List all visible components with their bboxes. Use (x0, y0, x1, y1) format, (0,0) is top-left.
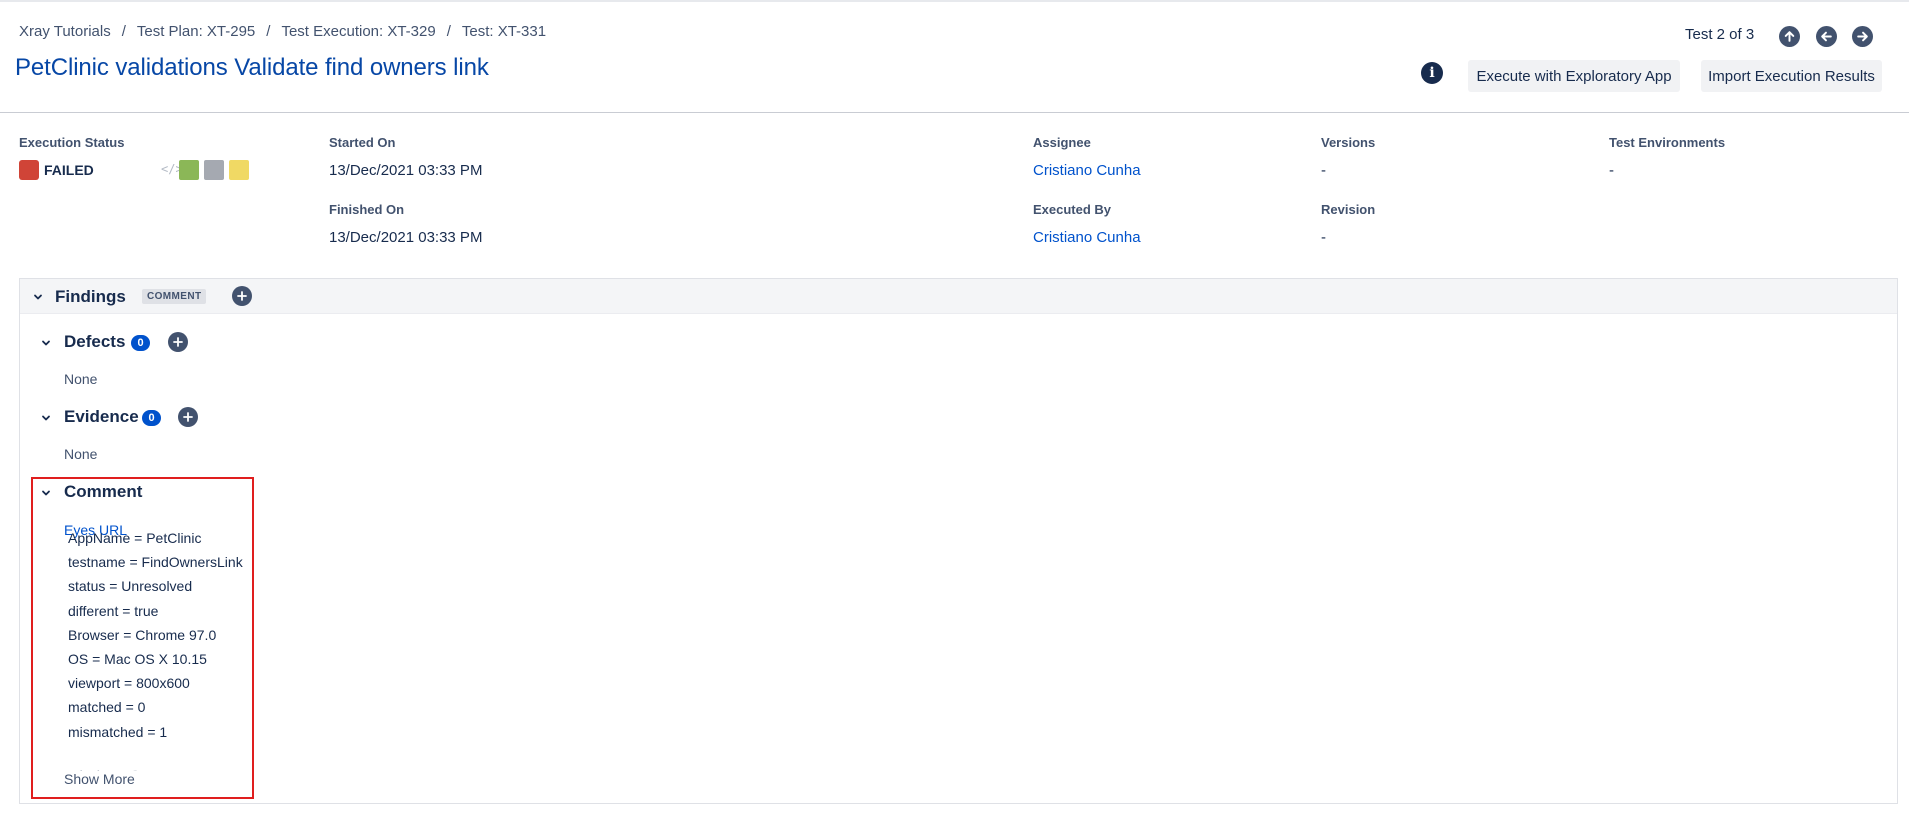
breadcrumb-test-plan[interactable]: Test Plan: XT-295 (137, 23, 255, 40)
findings-header: Findings COMMENT (20, 279, 1897, 314)
add-finding-button[interactable] (232, 286, 252, 306)
evidence-title: Evidence (64, 407, 139, 426)
comment-line: AppName = PetClinic (68, 530, 202, 546)
header-divider (0, 112, 1909, 113)
test-position-status: Test 2 of 3 (1685, 26, 1755, 43)
evidence-count-badge: 0 (142, 410, 161, 426)
status-color-swatch (19, 160, 39, 180)
defects-title: Defects (64, 332, 126, 351)
status-passed-swatch[interactable] (179, 160, 199, 180)
revision-label: Revision (1321, 202, 1376, 217)
revision-value: - (1321, 229, 1326, 246)
finished-on-label: Finished On (329, 202, 405, 217)
arrow-right-icon (1857, 31, 1868, 42)
chevron-down-icon[interactable] (40, 337, 52, 349)
arrow-left-icon (1821, 31, 1832, 42)
chevron-down-icon[interactable] (40, 412, 52, 424)
comment-body: AppName = PetClinic testname = FindOwner… (68, 526, 243, 744)
evidence-empty-text: None (64, 446, 98, 462)
test-environments-value: - (1609, 162, 1614, 179)
chevron-down-icon[interactable] (32, 291, 44, 303)
comment-line: OS = Mac OS X 10.15 (68, 650, 207, 667)
comment-line: testname = FindOwnersLink (68, 554, 243, 571)
top-border (0, 0, 1909, 2)
versions-value: - (1321, 162, 1326, 179)
arrow-up-icon (1784, 31, 1795, 42)
finished-on-value: 13/Dec/2021 03:33 PM (329, 229, 483, 246)
started-on-value: 13/Dec/2021 03:33 PM (329, 162, 483, 179)
started-on-label: Started On (329, 135, 396, 150)
comment-title: Comment (64, 482, 143, 501)
plus-icon (173, 337, 183, 347)
plus-icon (237, 291, 247, 301)
executed-by-label: Executed By (1033, 202, 1112, 217)
assignee-label: Assignee (1033, 135, 1091, 150)
breadcrumb-test-execution[interactable]: Test Execution: XT-329 (281, 23, 435, 40)
arrow-up-button[interactable] (1779, 26, 1800, 47)
breadcrumb-project[interactable]: Xray Tutorials (19, 23, 111, 40)
breadcrumb-separator: / (446, 23, 451, 40)
breadcrumb: Xray Tutorials / Test Plan: XT-295 / Tes… (19, 23, 546, 40)
status-executing-swatch[interactable] (229, 160, 249, 180)
comment-line: mismatched = 1 (68, 723, 168, 740)
comment-line: different = true (68, 602, 159, 619)
comment-line: status = Unresolved (68, 578, 193, 595)
page-title[interactable]: PetClinic validations Validate find owne… (15, 54, 489, 82)
arrow-left-button[interactable] (1816, 26, 1837, 47)
plus-icon (183, 412, 193, 422)
findings-panel: Findings COMMENT Defects 0 None Evidence… (19, 278, 1898, 804)
comment-line: viewport = 800x600 (68, 675, 190, 692)
executed-by-link[interactable]: Cristiano Cunha (1033, 229, 1141, 246)
add-evidence-button[interactable] (178, 407, 198, 427)
breadcrumb-separator: / (121, 23, 126, 40)
add-defect-button[interactable] (168, 332, 188, 352)
comment-tag: COMMENT (142, 289, 207, 304)
assignee-link[interactable]: Cristiano Cunha (1033, 162, 1141, 179)
execute-exploratory-button[interactable]: Execute with Exploratory App (1468, 60, 1680, 92)
defects-empty-text: None (64, 371, 98, 387)
chevron-down-icon[interactable] (40, 487, 52, 499)
comment-line: Browser = Chrome 97.0 (68, 626, 217, 643)
execution-status-value[interactable]: FAILED (44, 162, 94, 178)
import-execution-results-button[interactable]: Import Execution Results (1701, 60, 1882, 92)
execution-status-label: Execution Status (19, 135, 125, 150)
status-todo-swatch[interactable] (204, 160, 224, 180)
findings-title: Findings (55, 287, 126, 306)
defects-count-badge: 0 (131, 335, 150, 351)
versions-label: Versions (1321, 135, 1376, 150)
show-more-link[interactable]: Show More (64, 771, 145, 787)
arrow-right-button[interactable] (1852, 26, 1873, 47)
comment-line: matched = 0 (68, 699, 146, 716)
info-icon[interactable]: i (1421, 62, 1443, 84)
breadcrumb-separator: / (266, 23, 271, 40)
breadcrumb-test[interactable]: Test: XT-331 (462, 23, 546, 40)
test-environments-label: Test Environments (1609, 135, 1726, 150)
